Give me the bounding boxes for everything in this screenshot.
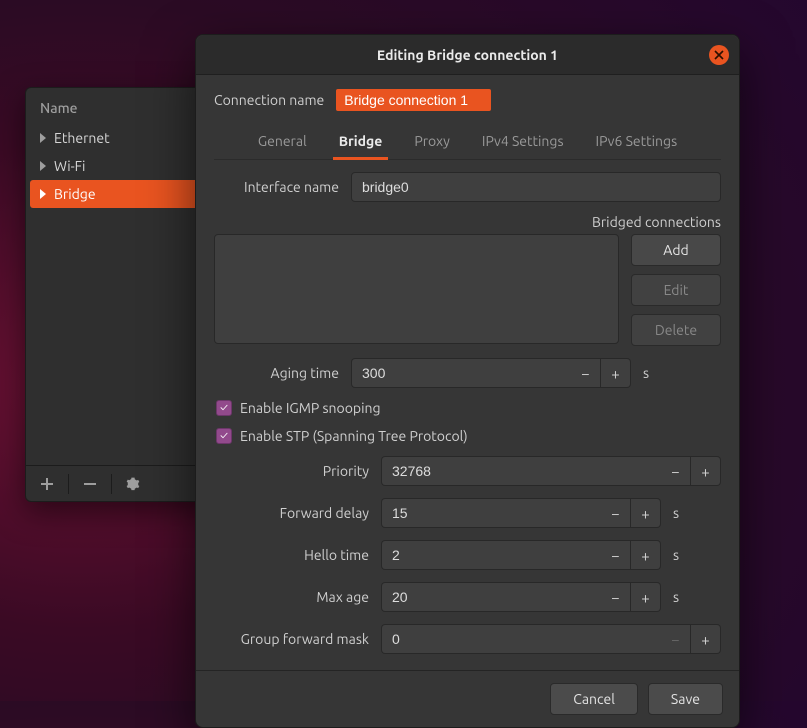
forward-delay-increment[interactable]: + — [631, 498, 661, 528]
edit-connection-dialog: Editing Bridge connection 1 Connection n… — [195, 34, 740, 728]
connection-name-input[interactable] — [336, 89, 491, 111]
priority-increment[interactable]: + — [691, 456, 721, 486]
hello-time-label: Hello time — [214, 547, 369, 563]
aging-time-decrement[interactable]: − — [571, 358, 601, 388]
dialog-title: Editing Bridge connection 1 — [377, 47, 558, 63]
forward-delay-decrement[interactable]: − — [601, 498, 631, 528]
forward-delay-row: Forward delay − + s — [214, 498, 721, 528]
tab-ipv6[interactable]: IPv6 Settings — [592, 125, 682, 159]
tab-bridge[interactable]: Bridge — [335, 125, 387, 159]
aging-time-input[interactable] — [351, 358, 571, 388]
group-forward-mask-row: Group forward mask − + — [214, 624, 721, 654]
chevron-right-icon — [40, 189, 46, 199]
tab-general[interactable]: General — [254, 125, 311, 159]
priority-row: Priority − + — [214, 456, 721, 486]
priority-decrement[interactable]: − — [661, 456, 691, 486]
aging-time-unit: s — [643, 365, 659, 381]
interface-name-input[interactable] — [351, 172, 721, 202]
connection-name-label: Connection name — [214, 92, 324, 108]
settings-connection-button[interactable] — [118, 471, 148, 497]
aging-time-increment[interactable]: + — [601, 358, 631, 388]
tabs: General Bridge Proxy IPv4 Settings IPv6 … — [214, 123, 721, 160]
max-age-input[interactable] — [381, 582, 601, 612]
add-connection-button[interactable] — [32, 471, 62, 497]
hello-time-row: Hello time − + s — [214, 540, 721, 570]
connection-item-label: Ethernet — [54, 130, 110, 146]
bridged-connections-list[interactable] — [214, 234, 619, 344]
save-button[interactable]: Save — [648, 683, 723, 715]
group-forward-mask-increment[interactable]: + — [691, 624, 721, 654]
tab-proxy[interactable]: Proxy — [410, 125, 454, 159]
max-age-row: Max age − + s — [214, 582, 721, 612]
igmp-row: ✓ Enable IGMP snooping — [216, 400, 721, 416]
hello-time-input[interactable] — [381, 540, 601, 570]
group-forward-mask-label: Group forward mask — [214, 631, 369, 647]
gear-icon — [126, 477, 140, 491]
add-bridged-button[interactable]: Add — [631, 234, 721, 266]
max-age-decrement[interactable]: − — [601, 582, 631, 612]
aging-time-label: Aging time — [214, 365, 339, 381]
cancel-button[interactable]: Cancel — [550, 683, 638, 715]
hello-time-increment[interactable]: + — [631, 540, 661, 570]
connection-item-label: Bridge — [54, 186, 96, 202]
edit-bridged-button[interactable]: Edit — [631, 274, 721, 306]
dialog-footer: Cancel Save — [196, 670, 739, 727]
tab-ipv4[interactable]: IPv4 Settings — [478, 125, 568, 159]
dialog-titlebar: Editing Bridge connection 1 — [196, 35, 739, 75]
bridged-connections-section: Bridged connections Add Edit Delete — [214, 214, 721, 346]
chevron-right-icon — [40, 161, 46, 171]
connection-name-row: Connection name — [214, 89, 721, 111]
close-icon — [714, 50, 724, 60]
max-age-unit: s — [673, 589, 689, 605]
group-forward-mask-decrement[interactable]: − — [661, 624, 691, 654]
toolbar-separator — [111, 474, 112, 494]
priority-label: Priority — [214, 463, 369, 479]
interface-name-row: Interface name — [214, 172, 721, 202]
connection-item-label: Wi-Fi — [54, 158, 85, 174]
dialog-body: Connection name General Bridge Proxy IPv… — [196, 75, 739, 670]
hello-time-decrement[interactable]: − — [601, 540, 631, 570]
close-button[interactable] — [709, 45, 729, 65]
bridged-connections-label: Bridged connections — [214, 214, 721, 230]
stp-label: Enable STP (Spanning Tree Protocol) — [240, 428, 468, 444]
group-forward-mask-input[interactable] — [381, 624, 661, 654]
plus-icon — [41, 478, 53, 490]
remove-connection-button[interactable] — [75, 471, 105, 497]
stp-row: ✓ Enable STP (Spanning Tree Protocol) — [216, 428, 721, 444]
priority-input[interactable] — [381, 456, 661, 486]
delete-bridged-button[interactable]: Delete — [631, 314, 721, 346]
minus-icon — [84, 478, 96, 490]
interface-name-label: Interface name — [214, 179, 339, 195]
forward-delay-unit: s — [673, 505, 689, 521]
stp-checkbox[interactable]: ✓ — [216, 428, 232, 444]
aging-time-row: Aging time − + s — [214, 358, 721, 388]
forward-delay-label: Forward delay — [214, 505, 369, 521]
hello-time-unit: s — [673, 547, 689, 563]
chevron-right-icon — [40, 133, 46, 143]
max-age-label: Max age — [214, 589, 369, 605]
max-age-increment[interactable]: + — [631, 582, 661, 612]
forward-delay-input[interactable] — [381, 498, 601, 528]
igmp-checkbox[interactable]: ✓ — [216, 400, 232, 416]
toolbar-separator — [68, 474, 69, 494]
igmp-label: Enable IGMP snooping — [240, 400, 381, 416]
